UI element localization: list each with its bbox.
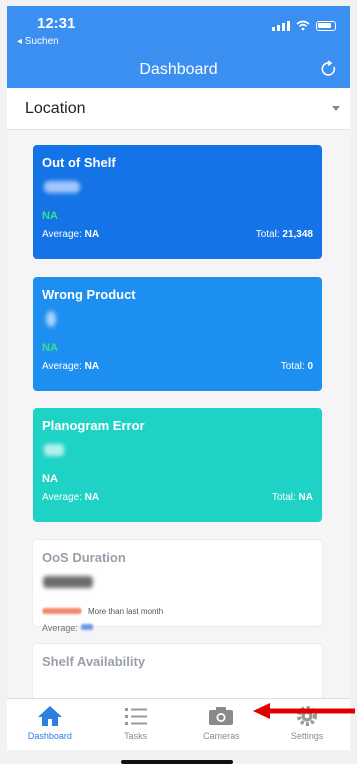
location-label: Location: [25, 99, 86, 117]
card-value: NA: [42, 342, 58, 354]
red-arrow-annotation: [253, 703, 355, 719]
blurred-value: [44, 444, 64, 456]
card-value: NA: [42, 210, 58, 222]
trend-text: More than last month: [88, 606, 164, 616]
tab-label: Dashboard: [27, 731, 72, 741]
page-title: Dashboard: [139, 61, 218, 78]
chevron-down-icon: [332, 106, 340, 111]
average-value: NA: [84, 492, 100, 503]
home-icon: [37, 706, 62, 726]
home-indicator: [121, 760, 233, 764]
blurred-value: [44, 181, 80, 193]
status-icons: [272, 20, 336, 31]
refresh-icon[interactable]: [318, 58, 340, 80]
nav-header: 12:31 ◂ Suchen Dashboard: [7, 6, 350, 88]
tab-tasks[interactable]: Tasks: [93, 699, 179, 750]
total-value: 21,348: [282, 229, 313, 240]
tab-label: Tasks: [124, 731, 148, 741]
average-value: NA: [84, 229, 100, 240]
tab-label: Cameras: [203, 731, 240, 741]
blurred-value: [43, 576, 93, 588]
average-label: Average:: [42, 229, 82, 240]
battery-icon: [316, 20, 336, 31]
average-label: Average:: [42, 492, 82, 503]
location-dropdown[interactable]: Location: [7, 88, 350, 130]
card-title: Planogram Error: [42, 418, 145, 433]
blurred-average: [81, 624, 94, 630]
wifi-icon: [296, 20, 310, 31]
planogram-error-card[interactable]: Planogram Error NA Average: NA Total: NA: [33, 408, 322, 522]
total-label: Total:: [255, 229, 280, 240]
camera-icon: [209, 707, 234, 725]
average-value: NA: [84, 361, 100, 372]
total-label: Total:: [271, 492, 296, 503]
oos-duration-card[interactable]: OoS Duration More than last month Averag…: [33, 540, 322, 633]
wrong-product-card[interactable]: Wrong Product NA Average: NA Total: 0: [33, 277, 322, 391]
card-value: NA: [42, 473, 58, 485]
average-label: Average:: [42, 623, 78, 633]
blurred-value: [46, 311, 56, 327]
tab-label: Settings: [290, 731, 324, 741]
status-time: 12:31: [37, 15, 76, 32]
trend-arrow-icon: [42, 608, 82, 614]
out-of-shelf-card[interactable]: Out of Shelf NA Average: NA Total: 21,34…: [33, 145, 322, 259]
average-label: Average:: [42, 361, 82, 372]
card-title: Wrong Product: [42, 287, 136, 302]
trend-row: More than last month: [42, 606, 313, 616]
card-title: OoS Duration: [42, 550, 126, 565]
back-to-search-link[interactable]: ◂ Suchen: [17, 36, 59, 47]
average-row: Average:: [42, 623, 313, 633]
card-title: Out of Shelf: [42, 155, 116, 170]
list-icon: [124, 708, 147, 725]
total-value: 0: [307, 361, 313, 372]
card-title: Shelf Availability: [42, 654, 146, 669]
signal-icon: [272, 20, 290, 31]
total-value: NA: [298, 492, 313, 503]
shelf-availability-card[interactable]: Shelf Availability: [33, 644, 322, 704]
total-label: Total:: [280, 361, 305, 372]
tab-dashboard[interactable]: Dashboard: [7, 699, 93, 750]
